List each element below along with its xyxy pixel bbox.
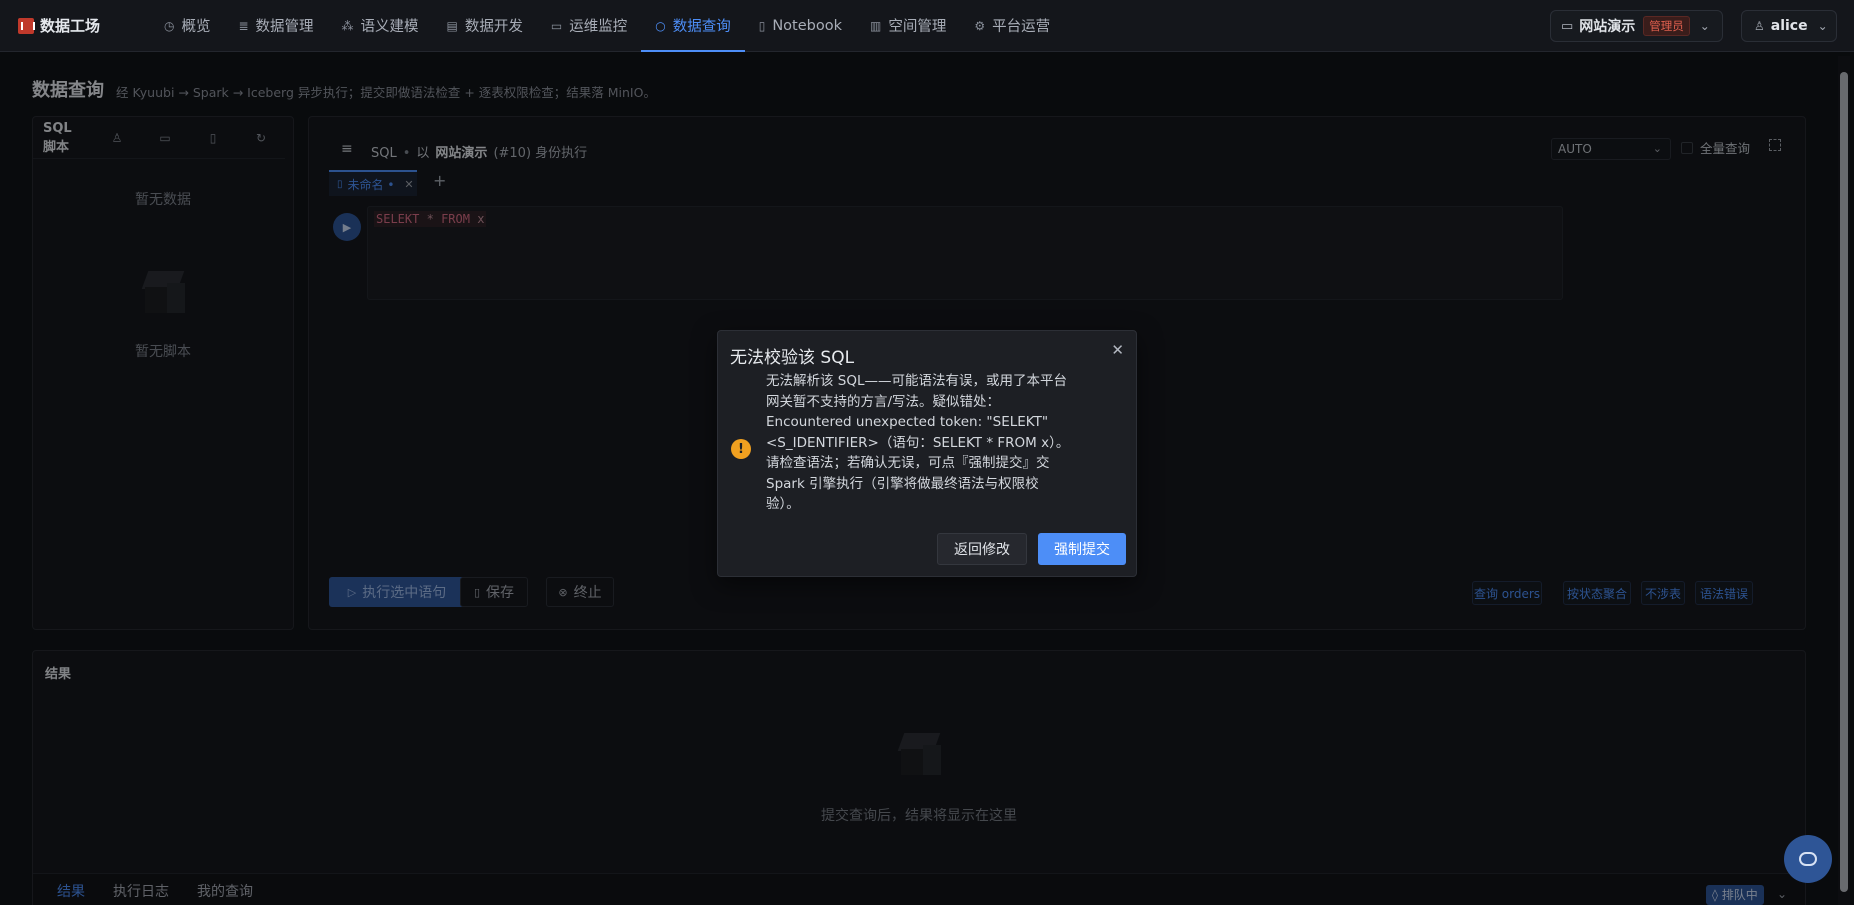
close-icon[interactable]: ✕ [1111, 341, 1124, 359]
workspace-name: 网站演示 [1579, 19, 1636, 35]
user-menu[interactable]: ♙ alice ⌄ [1741, 10, 1837, 42]
nav-item-6[interactable]: ▯ Notebook [745, 0, 856, 52]
chevron-down-icon: ⌄ [1817, 19, 1828, 33]
dev-icon: ▤ [446, 18, 458, 33]
search-icon: ○ [655, 18, 666, 33]
nav-label: 数据开发 [464, 19, 523, 35]
logo-icon [18, 17, 35, 34]
nav-item-0[interactable]: ◷ 概览 [150, 0, 224, 52]
chat-icon [1799, 852, 1817, 866]
back-to-edit-button[interactable]: 返回修改 [937, 533, 1027, 565]
nav-item-3[interactable]: ▤ 数据开发 [433, 0, 537, 52]
nav-label: 空间管理 [888, 19, 947, 35]
space-icon: ▥ [870, 18, 882, 33]
top-navbar: 数据工场 ◷ 概览 ≣ 数据管理 ⁂ 语义建模 ▤ 数据开发 ▭ 运维监控 ○ 数据查询 ▯ Notebo… [0, 0, 1854, 52]
user-icon: ♙ [1754, 19, 1765, 33]
nav-label: 概览 [181, 19, 211, 35]
force-submit-button[interactable]: 强制提交 [1038, 533, 1126, 565]
main-nav: ◷ 概览 ≣ 数据管理 ⁂ 语义建模 ▤ 数据开发 ▭ 运维监控 ○ 数据查询 ▯ Notebook ▥ 空间… [150, 0, 1064, 52]
chat-assistant-button[interactable] [1784, 835, 1832, 883]
nav-label: 语义建模 [360, 19, 419, 35]
brand[interactable]: 数据工场 [18, 15, 118, 36]
nav-item-1[interactable]: ≣ 数据管理 [224, 0, 327, 52]
nav-item-4[interactable]: ▭ 运维监控 [537, 0, 641, 52]
warning-icon: ! [731, 439, 751, 459]
settings-icon: ⚙ [974, 18, 986, 33]
sql-validation-dialog: 无法校验该 SQL ✕ ! 无法解析该 SQL——可能语法有误，或用了本平台网关… [717, 330, 1137, 577]
nav-label: Notebook [772, 17, 842, 34]
monitor-icon: ▭ [550, 18, 563, 33]
workspace-switcher[interactable]: ▭ 网站演示 管理员 ⌄ [1550, 10, 1723, 42]
nav-label: 数据管理 [255, 19, 314, 35]
dashboard-icon: ◷ [164, 18, 175, 33]
database-icon: ≣ [238, 18, 249, 33]
nav-item-2[interactable]: ⁂ 语义建模 [328, 0, 433, 52]
folder-icon: ▭ [1561, 18, 1574, 34]
dialog-message: 无法解析该 SQL——可能语法有误，或用了本平台网关暂不支持的方言/写法。疑似错… [766, 373, 1070, 512]
chevron-down-icon: ⌄ [1699, 19, 1710, 33]
nav-item-5[interactable]: ○ 数据查询 [641, 0, 746, 52]
model-icon: ⁂ [341, 18, 354, 33]
nav-item-8[interactable]: ⚙ 平台运营 [960, 0, 1064, 52]
nav-label: 运维监控 [569, 19, 628, 35]
username: alice [1770, 18, 1808, 34]
nav-label: 数据查询 [672, 19, 731, 35]
dialog-title: 无法校验该 SQL [730, 348, 855, 368]
nav-label: 平台运营 [992, 19, 1051, 35]
notebook-icon: ▯ [758, 18, 766, 33]
brand-name: 数据工场 [40, 17, 101, 35]
role-badge: 管理员 [1643, 16, 1690, 36]
nav-item-7[interactable]: ▥ 空间管理 [856, 0, 960, 52]
